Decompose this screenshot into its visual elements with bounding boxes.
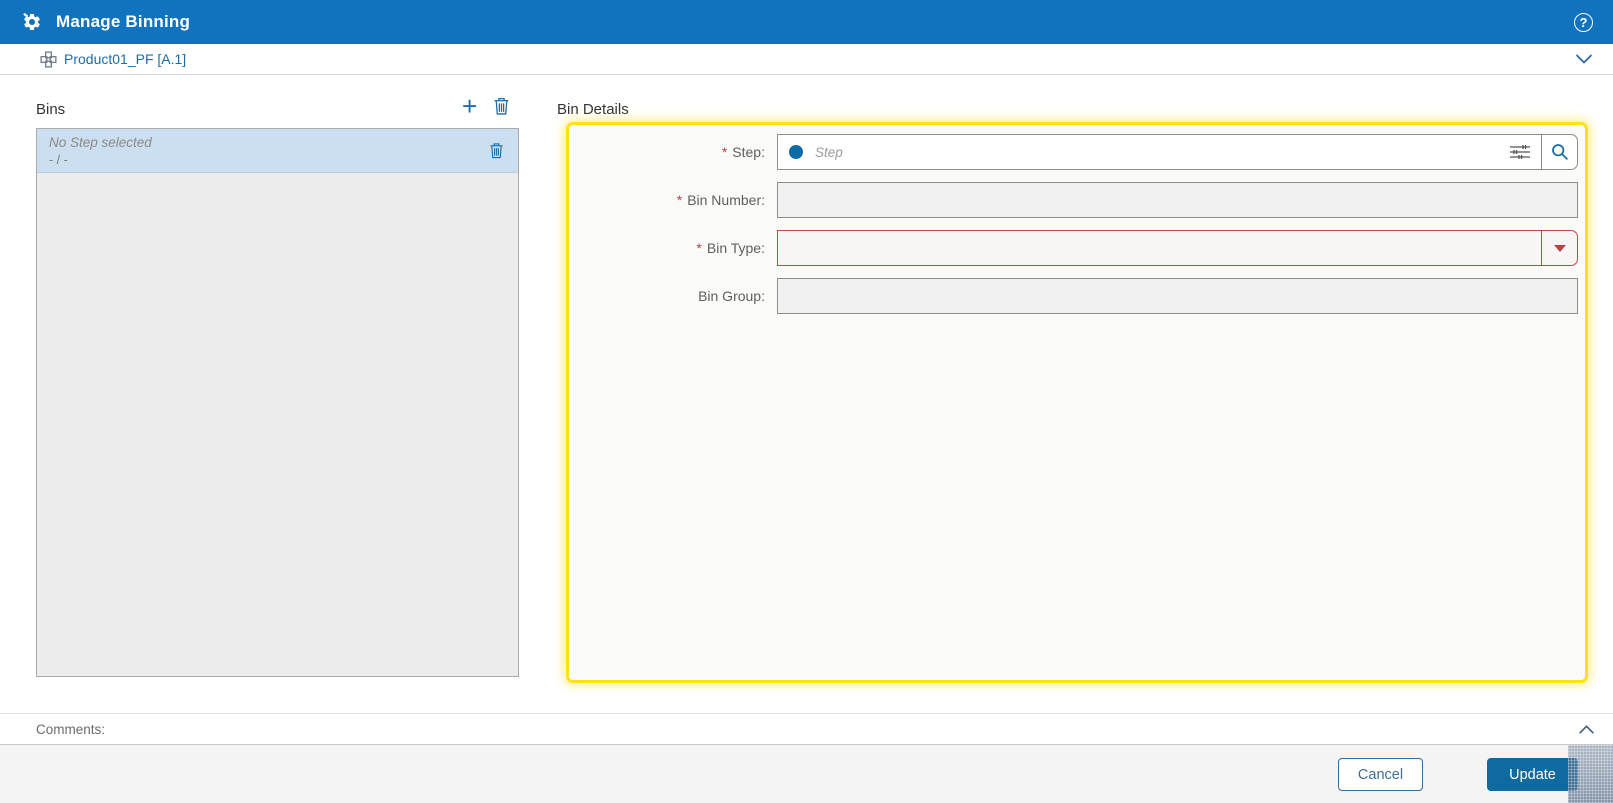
bins-list: No Step selected - / -	[36, 128, 519, 677]
step-field-row: * Step:	[569, 134, 1585, 170]
bin-item-subtitle: - / -	[49, 153, 68, 167]
required-asterisk: *	[721, 144, 728, 160]
filter-icon[interactable]	[1509, 144, 1531, 160]
cancel-button[interactable]: Cancel	[1338, 758, 1423, 791]
footer-bar: Cancel Update	[0, 745, 1613, 803]
step-input[interactable]	[815, 144, 1509, 160]
bins-actions: +	[462, 93, 510, 119]
bin-type-dropdown-button[interactable]	[1541, 231, 1577, 265]
comments-bar: Comments:	[0, 713, 1613, 745]
dropdown-arrow-icon	[1553, 244, 1566, 252]
help-icon[interactable]: ?	[1574, 13, 1593, 32]
step-status-dot-icon	[789, 145, 803, 159]
bin-type-dropdown[interactable]	[777, 230, 1578, 266]
bin-number-input[interactable]	[777, 182, 1578, 218]
step-label: * Step:	[721, 144, 765, 160]
required-asterisk: *	[676, 192, 683, 208]
page-title: Manage Binning	[56, 12, 191, 31]
gear-icon	[22, 12, 42, 32]
bin-group-label: Bin Group:	[698, 288, 765, 304]
bin-list-item-selected[interactable]: No Step selected - / -	[37, 129, 518, 173]
bin-type-label: * Bin Type:	[696, 240, 765, 256]
chevron-down-icon[interactable]	[1575, 53, 1593, 65]
bin-details-form: * Step: Step * Bin Number: * Bin Type: B…	[566, 122, 1588, 683]
bin-number-label: * Bin Number:	[676, 192, 765, 208]
chevron-up-icon[interactable]	[1578, 724, 1595, 735]
bins-panel-title: Bins	[36, 101, 66, 118]
add-bin-button[interactable]: +	[462, 93, 477, 119]
delete-bin-item-button[interactable]	[489, 142, 504, 159]
bin-number-field-row: * Bin Number:	[569, 182, 1585, 218]
bin-group-field-row: Bin Group:	[569, 278, 1585, 314]
update-button[interactable]: Update	[1487, 758, 1578, 791]
step-search-button[interactable]	[1541, 135, 1577, 169]
product-link[interactable]: Product01_PF [A.1]	[64, 51, 186, 67]
step-lookup-field	[777, 134, 1578, 170]
bin-item-title: No Step selected	[49, 135, 152, 150]
bin-group-input[interactable]	[777, 278, 1578, 314]
bin-details-title: Bin Details	[557, 101, 629, 118]
title-bar: Manage Binning ?	[0, 0, 1613, 44]
context-bar: Product01_PF [A.1]	[0, 44, 1613, 75]
required-asterisk: *	[696, 240, 702, 256]
comments-label: Comments:	[36, 722, 106, 737]
manage-binning-window: Manage Binning ? Product01_PF [A.1] Bins…	[0, 0, 1613, 803]
cursor-artifact	[1568, 745, 1613, 803]
product-icon	[40, 50, 57, 68]
bin-type-value	[778, 231, 1541, 265]
delete-bin-button[interactable]	[493, 97, 510, 115]
main-content: Bins + No Step selected - / - Bin Detail…	[0, 75, 1613, 713]
bin-type-field-row: * Bin Type:	[569, 230, 1585, 266]
